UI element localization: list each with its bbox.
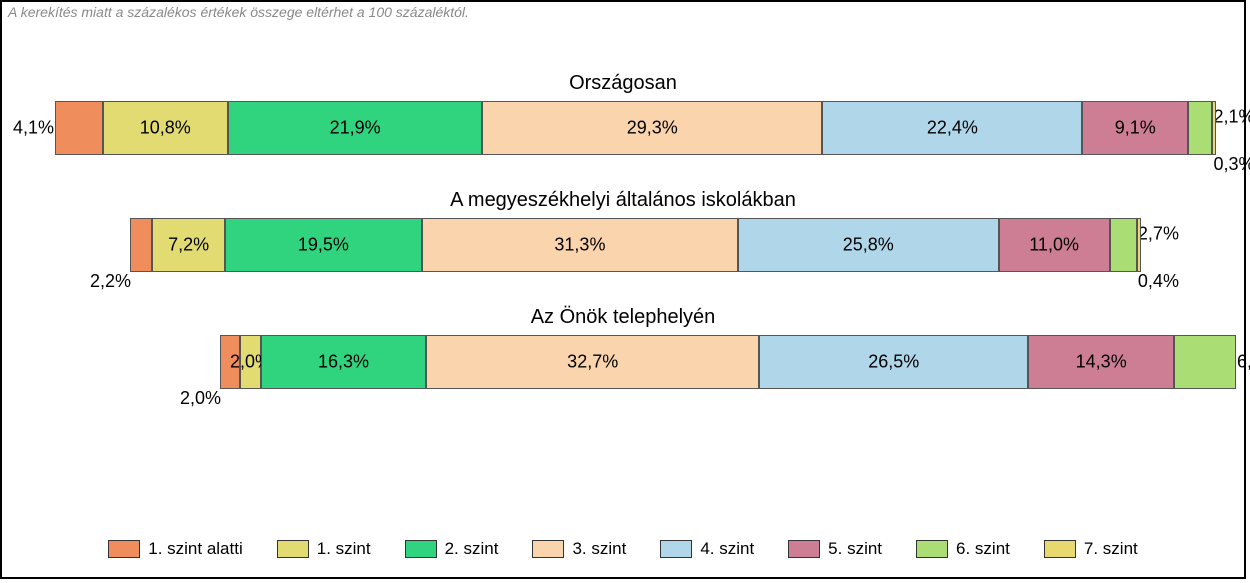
chart-frame: A kerekítés miatt a százalékos értékek ö… <box>0 0 1246 579</box>
charts-area: Országosan 4,1% 10,8% 21,9% 29,3% 22,4% 9,1% 2,… <box>2 72 1244 423</box>
bar-segment: 14,3% <box>1028 335 1173 389</box>
bar-segment: 26,5% <box>759 335 1029 389</box>
legend-label: 5. szint <box>828 539 882 559</box>
bar-wrap: 4,1% 10,8% 21,9% 29,3% 22,4% 9,1% 2,1%0,3% <box>2 101 1248 155</box>
chart-title: Országosan <box>2 72 1244 95</box>
chart-block: Országosan 4,1% 10,8% 21,9% 29,3% 22,4% 9,1% 2,… <box>2 72 1244 155</box>
bar-segment: 0,3% <box>1212 101 1215 155</box>
legend-swatch <box>532 540 564 558</box>
segment-label: 25,8% <box>843 235 894 256</box>
segment-label: 31,3% <box>554 235 605 256</box>
bar-segment: 6,1% <box>1174 335 1236 389</box>
bar-wrap: 2,2% 7,2% 19,5% 31,3% 25,8% 11,0% 2,7%0,4% <box>2 218 1248 272</box>
chart-block: Az Önök telephelyén2,0%2,0%16,3%32,7%26,… <box>2 306 1244 389</box>
bar-segment: 21,9% <box>228 101 482 155</box>
legend-swatch <box>405 540 437 558</box>
segment-label: 22,4% <box>927 118 978 139</box>
legend-item: 5. szint <box>788 539 882 559</box>
bar-segment: 2,7% <box>1110 218 1137 272</box>
legend-swatch <box>108 540 140 558</box>
segment-label: 7,2% <box>168 235 209 256</box>
legend-label: 7. szint <box>1084 539 1138 559</box>
segment-label: 2,0% <box>180 388 221 409</box>
bar-segment: 4,1% <box>55 101 103 155</box>
segment-label: 32,7% <box>567 352 618 373</box>
bar-wrap: 2,0%2,0%16,3%32,7%26,5%14,3%6,1% <box>2 335 1248 389</box>
legend-label: 1. szint <box>317 539 371 559</box>
segment-label: 14,3% <box>1076 352 1127 373</box>
legend-item: 6. szint <box>916 539 1010 559</box>
bar-segment: 16,3% <box>261 335 427 389</box>
segment-label: 2,7% <box>1136 223 1179 244</box>
legend-item: 1. szint alatti <box>108 539 243 559</box>
bar-segment: 29,3% <box>482 101 822 155</box>
chart-title: Az Önök telephelyén <box>2 306 1244 329</box>
segment-label: 19,5% <box>298 235 349 256</box>
legend-swatch <box>916 540 948 558</box>
segment-label: 0,4% <box>1138 271 1179 292</box>
legend: 1. szint alatti 1. szint 2. szint 3. szint 4… <box>2 539 1244 559</box>
chart-title: A megyeszékhelyi általános iskolákban <box>2 189 1244 212</box>
segment-label: 11,0% <box>1029 235 1079 256</box>
legend-swatch <box>788 540 820 558</box>
legend-swatch <box>277 540 309 558</box>
bar-segment: 19,5% <box>225 218 422 272</box>
bar-segment: 2,1% <box>1188 101 1212 155</box>
legend-item: 2. szint <box>405 539 499 559</box>
bar-segment: 22,4% <box>822 101 1082 155</box>
bar-segment: 9,1% <box>1082 101 1188 155</box>
segment-label: 4,1% <box>13 118 56 139</box>
legend-item: 1. szint <box>277 539 371 559</box>
legend-label: 2. szint <box>445 539 499 559</box>
legend-label: 4. szint <box>700 539 754 559</box>
rounding-note: A kerekítés miatt a százalékos értékek ö… <box>8 4 469 20</box>
bar-segment: 25,8% <box>738 218 999 272</box>
bar-segment: 2,2% <box>130 218 152 272</box>
legend-label: 1. szint alatti <box>148 539 243 559</box>
bar-segment: 32,7% <box>426 335 759 389</box>
segment-label: 16,3% <box>318 352 369 373</box>
bar-segment: 10,8% <box>103 101 228 155</box>
stacked-bar: 2,0%2,0%16,3%32,7%26,5%14,3%6,1% <box>220 335 1236 389</box>
bar-segment: 11,0% <box>999 218 1110 272</box>
bar-segment: 2,0% <box>240 335 260 389</box>
legend-item: 7. szint <box>1044 539 1138 559</box>
segment-label: 0,3% <box>1213 154 1250 175</box>
bar-segment: 7,2% <box>152 218 225 272</box>
segment-label: 29,3% <box>627 118 678 139</box>
legend-swatch <box>1044 540 1076 558</box>
segment-label: 2,1% <box>1211 106 1250 127</box>
bar-segment: 0,4% <box>1137 218 1141 272</box>
legend-label: 6. szint <box>956 539 1010 559</box>
segment-label: 9,1% <box>1115 118 1156 139</box>
stacked-bar: 2,2% 7,2% 19,5% 31,3% 25,8% 11,0% 2,7%0,4% <box>130 218 1141 272</box>
segment-label: 10,8% <box>140 118 191 139</box>
legend-item: 3. szint <box>532 539 626 559</box>
segment-label: 26,5% <box>868 352 919 373</box>
bar-segment: 31,3% <box>422 218 738 272</box>
segment-label: 2,2% <box>90 271 131 292</box>
segment-label: 21,9% <box>330 118 381 139</box>
legend-swatch <box>660 540 692 558</box>
chart-block: A megyeszékhelyi általános iskolákban 2,2… <box>2 189 1244 272</box>
legend-item: 4. szint <box>660 539 754 559</box>
segment-label: 6,1% <box>1235 352 1250 373</box>
stacked-bar: 4,1% 10,8% 21,9% 29,3% 22,4% 9,1% 2,1%0,3% <box>55 101 1216 155</box>
legend-label: 3. szint <box>572 539 626 559</box>
